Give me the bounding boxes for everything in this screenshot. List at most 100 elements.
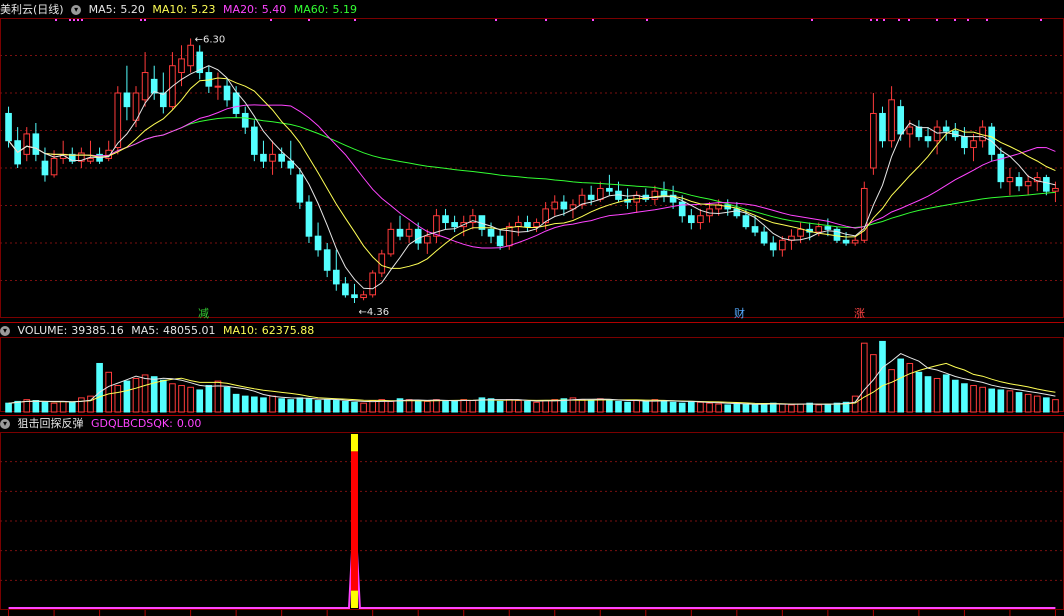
volume-bar	[423, 400, 431, 413]
stock-chart[interactable]: ←6.30 ←4.36	[0, 0, 1064, 616]
volume-bar	[460, 399, 468, 413]
candle-body	[651, 190, 659, 200]
volume-bar	[851, 395, 859, 413]
volume-bar	[442, 400, 449, 413]
candle-body	[587, 194, 595, 200]
signal-dot	[140, 19, 142, 21]
volume-collapse-icon[interactable]: ▾	[0, 326, 10, 336]
volume-bar	[169, 383, 176, 413]
ma10-value: 5.23	[191, 3, 216, 16]
volume-bar	[515, 400, 522, 413]
signal-dot	[908, 19, 910, 21]
volume-bar	[59, 400, 67, 413]
candle-body	[760, 231, 768, 244]
volume-bar	[296, 397, 304, 413]
signal-dot	[883, 19, 885, 21]
indicator-value: 0.00	[176, 417, 202, 430]
volume-bar	[606, 399, 613, 413]
candle-body	[560, 201, 568, 210]
indicator-line	[8, 503, 1056, 609]
volume-bar	[979, 386, 986, 413]
candle-body	[888, 99, 895, 142]
volume-bar	[1033, 395, 1041, 413]
volume-bar	[733, 402, 741, 413]
volume-bar	[542, 400, 549, 413]
vol-ma10-label: MA10:	[223, 324, 258, 337]
signal-dot	[308, 19, 310, 21]
signal-dot	[936, 19, 938, 21]
volume-bar	[997, 389, 1005, 413]
volume-bar	[906, 362, 914, 413]
volume-bar	[5, 402, 12, 413]
volume-bar	[78, 397, 85, 413]
indicator-collapse-icon[interactable]: ▾	[0, 419, 10, 429]
signal-dot	[144, 19, 146, 21]
marker-zhang: 涨	[854, 307, 865, 320]
candle-body	[970, 140, 977, 149]
volume-bar	[469, 400, 477, 413]
volume-panel-header: ▾ VOLUME: 39385.16 MA5: 48055.01 MA10: 6237…	[0, 323, 318, 339]
candle-body	[879, 112, 886, 142]
volume-bar	[669, 401, 677, 413]
candle-body	[351, 294, 358, 299]
marker-jian: 减	[198, 307, 209, 320]
volume-bar	[687, 400, 695, 413]
candle-body	[369, 272, 377, 296]
candle-body	[251, 126, 258, 155]
volume-bar	[305, 398, 313, 413]
volume-bar	[760, 403, 768, 413]
candle-body	[533, 222, 540, 228]
candle-body	[505, 226, 513, 247]
volume-bar	[487, 398, 495, 413]
ma5-label: MA5:	[88, 3, 117, 16]
candle-body	[551, 201, 559, 210]
volume-bar	[615, 400, 622, 413]
candle-body	[451, 222, 458, 228]
volume-bar	[196, 389, 204, 413]
volume-bar	[405, 399, 413, 413]
volume-bar	[1024, 393, 1032, 413]
volume-bar	[888, 369, 895, 413]
candle-body	[141, 72, 149, 101]
candle-body	[678, 201, 686, 217]
ma5-value: 5.20	[120, 3, 145, 16]
low-price-label: ←4.36	[358, 307, 389, 318]
signal-bar-yellow-top	[350, 434, 358, 452]
collapse-icon[interactable]: ▾	[71, 5, 82, 15]
volume-bar	[496, 400, 504, 413]
volume-bar	[360, 402, 367, 413]
candle-body	[178, 58, 185, 74]
candle-body	[23, 133, 31, 155]
vol-ma5-label: MA5:	[131, 324, 160, 337]
candle-body	[442, 215, 449, 224]
signal-dot	[354, 19, 356, 21]
candle-body	[87, 157, 94, 162]
volume-bar	[32, 400, 40, 413]
volume-bar	[187, 386, 194, 413]
candle-body	[405, 228, 413, 237]
candle-body	[150, 78, 158, 94]
candle-body	[114, 92, 122, 149]
volume-bar	[369, 400, 377, 413]
volume-bar	[678, 402, 686, 413]
candle-body	[942, 126, 950, 132]
candle-body	[260, 153, 267, 162]
candle-body	[1015, 177, 1023, 187]
vol-ma5-value: 48055.01	[163, 324, 216, 337]
signal-bar-yellow-bottom	[350, 590, 358, 608]
candle-body	[769, 242, 777, 251]
volume-bar	[715, 403, 722, 413]
candle-body	[487, 228, 495, 237]
signal-dot	[545, 19, 547, 21]
stock-title: 美利云(日线)	[0, 3, 64, 16]
volume-bar	[587, 400, 595, 413]
volume-bar	[451, 400, 458, 413]
volume-bar	[779, 403, 786, 413]
signal-dot	[967, 19, 969, 21]
volume-bar	[551, 399, 559, 413]
candle-body	[387, 228, 395, 255]
volume-bar	[660, 400, 668, 413]
indicator-panel-header: ▾ 狙击回探反弹 GDQLBCDSQK: 0.00	[0, 416, 205, 432]
candle-body	[797, 228, 804, 237]
volume-bar	[642, 400, 650, 413]
